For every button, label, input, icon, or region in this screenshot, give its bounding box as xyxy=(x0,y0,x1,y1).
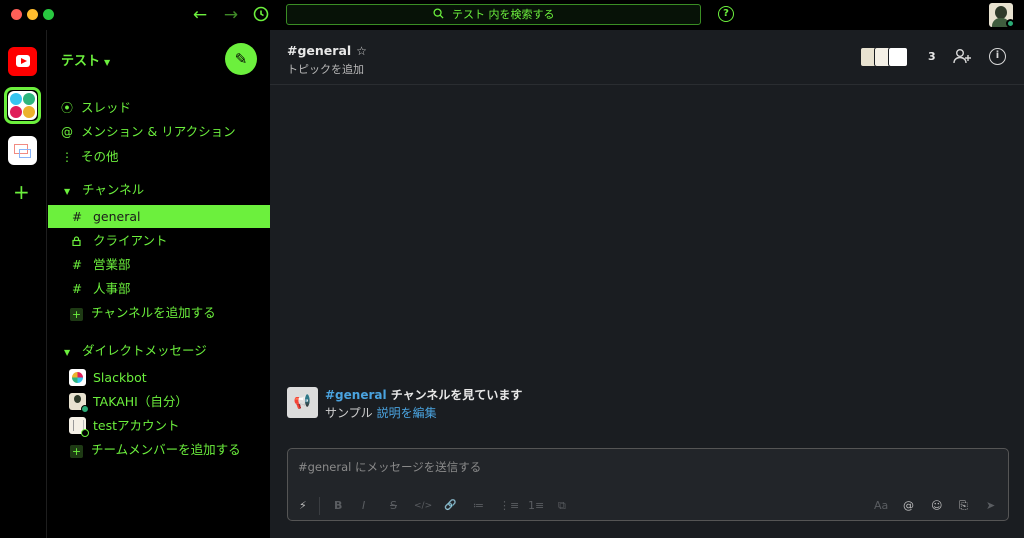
presence-indicator xyxy=(1006,19,1015,28)
strikethrough-icon[interactable]: S xyxy=(390,499,397,513)
search-input[interactable]: テスト 内を検索する xyxy=(286,4,701,25)
sidebar-channel-client[interactable]: クライアント xyxy=(48,229,270,252)
shortcuts-icon[interactable]: ⚡ xyxy=(299,499,307,513)
numbered-list-icon[interactable]: 1≡ xyxy=(528,499,544,513)
format-toggle-icon[interactable]: Aa xyxy=(874,499,888,513)
sidebar-channel-hr[interactable]: # 人事部 xyxy=(48,277,270,300)
code-icon[interactable]: </> xyxy=(414,499,432,513)
ordered-list-icon[interactable]: ≔ xyxy=(473,499,484,513)
search-icon xyxy=(432,8,453,21)
bullet-list-icon[interactable]: ⋮≡ xyxy=(499,499,519,513)
message-input[interactable]: #general にメッセージを送信する xyxy=(298,459,481,475)
channel-title[interactable]: #general ☆ xyxy=(287,43,367,58)
sidebar-dm-test[interactable]: testアカウント xyxy=(48,414,270,437)
member-avatar xyxy=(888,47,908,67)
plus-icon: + xyxy=(70,308,83,321)
send-icon[interactable]: ➤ xyxy=(986,499,995,513)
emoji-icon[interactable]: ☺ xyxy=(931,499,942,513)
title-bar: ← → テスト 内を検索する ? xyxy=(0,0,1024,30)
link-icon[interactable]: 🔗 xyxy=(444,499,456,513)
hash-icon: # xyxy=(72,282,83,296)
close-window-button[interactable] xyxy=(11,9,22,20)
star-icon[interactable]: ☆ xyxy=(356,44,367,58)
sidebar-channel-general[interactable]: # general xyxy=(48,205,270,228)
add-person-icon[interactable] xyxy=(953,48,971,68)
zoom-window-button[interactable] xyxy=(43,9,54,20)
more-vertical-icon: ⋮ xyxy=(61,150,73,164)
sidebar-item-mentions[interactable]: @ メンション & リアクション xyxy=(61,122,236,142)
test-workspace-icon[interactable] xyxy=(8,91,37,120)
plus-icon: + xyxy=(70,445,83,458)
dm-section-header[interactable]: ▼ ダイレクトメッセージ xyxy=(64,341,207,361)
sidebar-dm-self[interactable]: TAKAHI（自分） xyxy=(48,390,270,413)
hash-icon: # xyxy=(72,258,83,272)
sidebar-item-more[interactable]: ⋮ その他 xyxy=(61,147,119,167)
toolbar-divider xyxy=(319,497,320,515)
bold-icon[interactable]: B xyxy=(334,499,342,513)
code-block-icon[interactable]: ⧉ xyxy=(558,499,566,513)
sidebar: テスト ▼ ✎ ⦿ スレッド @ メンション & リアクション ⋮ その他 ▼ チャンネル… xyxy=(48,30,270,538)
channel-header: #general ☆ トピックを追加 3 i xyxy=(270,30,1024,85)
clock-icon[interactable] xyxy=(251,5,271,25)
compose-button[interactable]: ✎ xyxy=(225,43,257,75)
main-pane: #general ☆ トピックを追加 3 i 📢 #general チャンネルを見… xyxy=(270,30,1024,538)
arrow-right-icon[interactable]: → xyxy=(221,5,241,25)
sidebar-channel-sales[interactable]: # 営業部 xyxy=(48,253,270,276)
attach-icon[interactable]: ⎘ xyxy=(959,499,968,513)
add-member-button[interactable]: + チームメンバーを追加する xyxy=(48,438,270,461)
message-composer[interactable]: #general にメッセージを送信する ⚡ B I S </> 🔗 ≔ ⋮≡ … xyxy=(287,448,1009,521)
info-icon[interactable]: i xyxy=(989,48,1006,65)
channel-topic[interactable]: トピックを追加 xyxy=(287,61,364,77)
channel-intro-description: サンプル 説明を編集 xyxy=(325,406,437,420)
user-avatar xyxy=(69,393,89,413)
channels-section-header[interactable]: ▼ チャンネル xyxy=(64,180,144,200)
arrow-left-icon[interactable]: ← xyxy=(190,5,210,25)
slackbot-avatar xyxy=(69,369,86,386)
caret-down-icon: ▼ xyxy=(64,348,71,357)
search-placeholder: テスト 内を検索する xyxy=(452,8,555,21)
add-channel-button[interactable]: + チャンネルを追加する xyxy=(48,301,270,324)
italic-icon[interactable]: I xyxy=(362,499,365,513)
threads-icon: ⦿ xyxy=(61,101,74,115)
channel-link[interactable]: #general xyxy=(325,388,387,402)
member-count[interactable]: 3 xyxy=(928,50,936,63)
at-icon: @ xyxy=(61,125,73,139)
edit-description-link[interactable]: 説明を編集 xyxy=(377,406,437,420)
channel-intro-title: #general チャンネルを見ています xyxy=(325,388,523,402)
edit-icon: ✎ xyxy=(234,50,248,68)
test-avatar xyxy=(69,417,89,437)
sidebar-item-threads[interactable]: ⦿ スレッド xyxy=(61,98,131,118)
question-circle-icon[interactable]: ? xyxy=(718,6,734,22)
lock-icon xyxy=(72,230,93,253)
workspace-name[interactable]: テスト ▼ xyxy=(61,50,110,69)
caret-down-icon: ▼ xyxy=(64,187,71,196)
sidebar-dm-slackbot[interactable]: Slackbot xyxy=(48,366,270,389)
add-workspace-button[interactable]: + xyxy=(13,182,30,202)
hash-icon: # xyxy=(72,210,83,224)
megaphone-icon: 📢 xyxy=(287,387,318,418)
minimize-window-button[interactable] xyxy=(27,9,38,20)
workspace-rail: + xyxy=(0,30,47,538)
mention-icon[interactable]: @ xyxy=(903,499,914,513)
youtube-workspace-icon[interactable] xyxy=(8,47,37,76)
third-workspace-icon[interactable] xyxy=(8,136,37,165)
chevron-down-icon: ▼ xyxy=(104,58,111,67)
offline-indicator xyxy=(81,429,89,437)
online-indicator xyxy=(81,405,89,413)
